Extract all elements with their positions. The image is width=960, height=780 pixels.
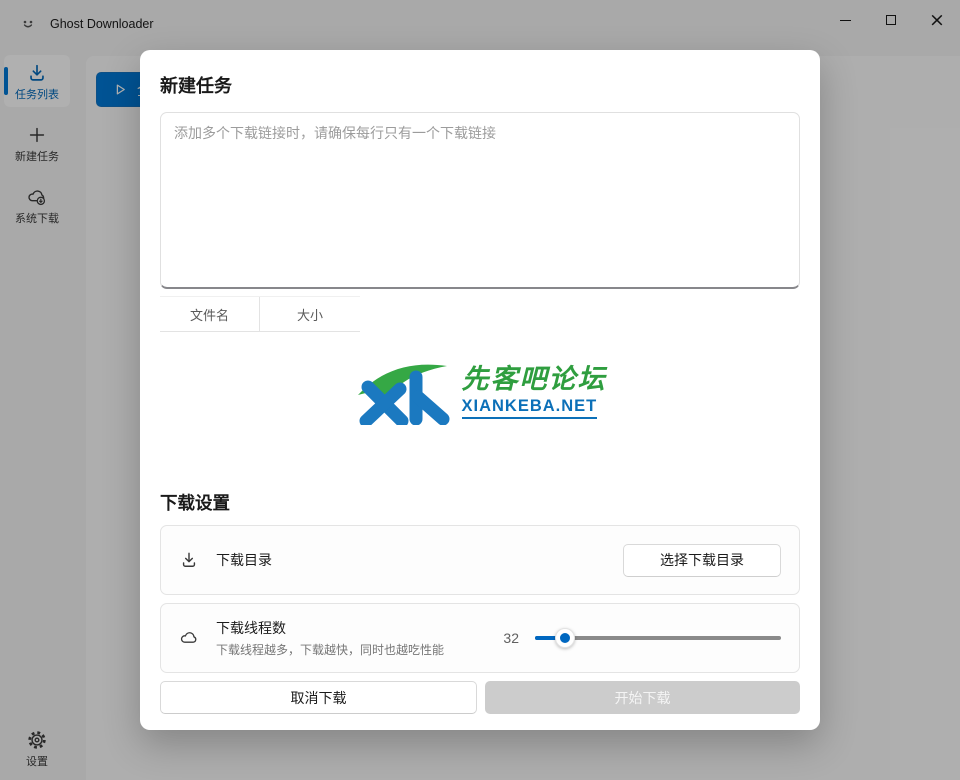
xk-logo-icon <box>354 359 450 425</box>
thread-count-value: 32 <box>503 630 519 646</box>
download-icon <box>179 550 199 570</box>
column-header-size: 大小 <box>260 297 360 331</box>
slider-thumb[interactable] <box>555 628 575 648</box>
choose-directory-button[interactable]: 选择下载目录 <box>623 544 781 577</box>
thread-count-slider[interactable] <box>535 628 781 648</box>
dialog-buttons: 取消下载 开始下载 <box>160 681 800 714</box>
app-window: Ghost Downloader × 任务列表 新建任务 <box>0 0 960 780</box>
download-links-input[interactable] <box>160 112 800 289</box>
new-task-dialog: 新建任务 文件名 大小 先客吧论坛 XIANKEBA.NET 下载设置 <box>140 50 820 730</box>
thread-count-card: 下载线程数 下载线程越多，下载越快，同时也越吃性能 32 <box>160 603 800 673</box>
forum-name: 先客吧论坛 <box>462 365 607 395</box>
cancel-download-button[interactable]: 取消下载 <box>160 681 477 714</box>
forum-watermark: 先客吧论坛 XIANKEBA.NET <box>160 357 800 427</box>
file-table-header: 文件名 大小 <box>160 296 360 332</box>
column-header-filename: 文件名 <box>160 297 260 331</box>
download-directory-card: 下载目录 选择下载目录 <box>160 525 800 595</box>
dialog-title: 新建任务 <box>160 72 800 98</box>
download-settings-heading: 下载设置 <box>160 490 800 515</box>
thread-count-description: 下载线程越多，下载越快，同时也越吃性能 <box>216 641 444 658</box>
start-download-button[interactable]: 开始下载 <box>485 681 800 714</box>
thread-count-label: 下载线程数 <box>216 618 444 638</box>
forum-site-url: XIANKEBA.NET <box>462 397 598 419</box>
cloud-icon <box>179 628 199 648</box>
download-directory-label: 下载目录 <box>216 550 272 570</box>
watermark-text: 先客吧论坛 XIANKEBA.NET <box>462 365 607 419</box>
